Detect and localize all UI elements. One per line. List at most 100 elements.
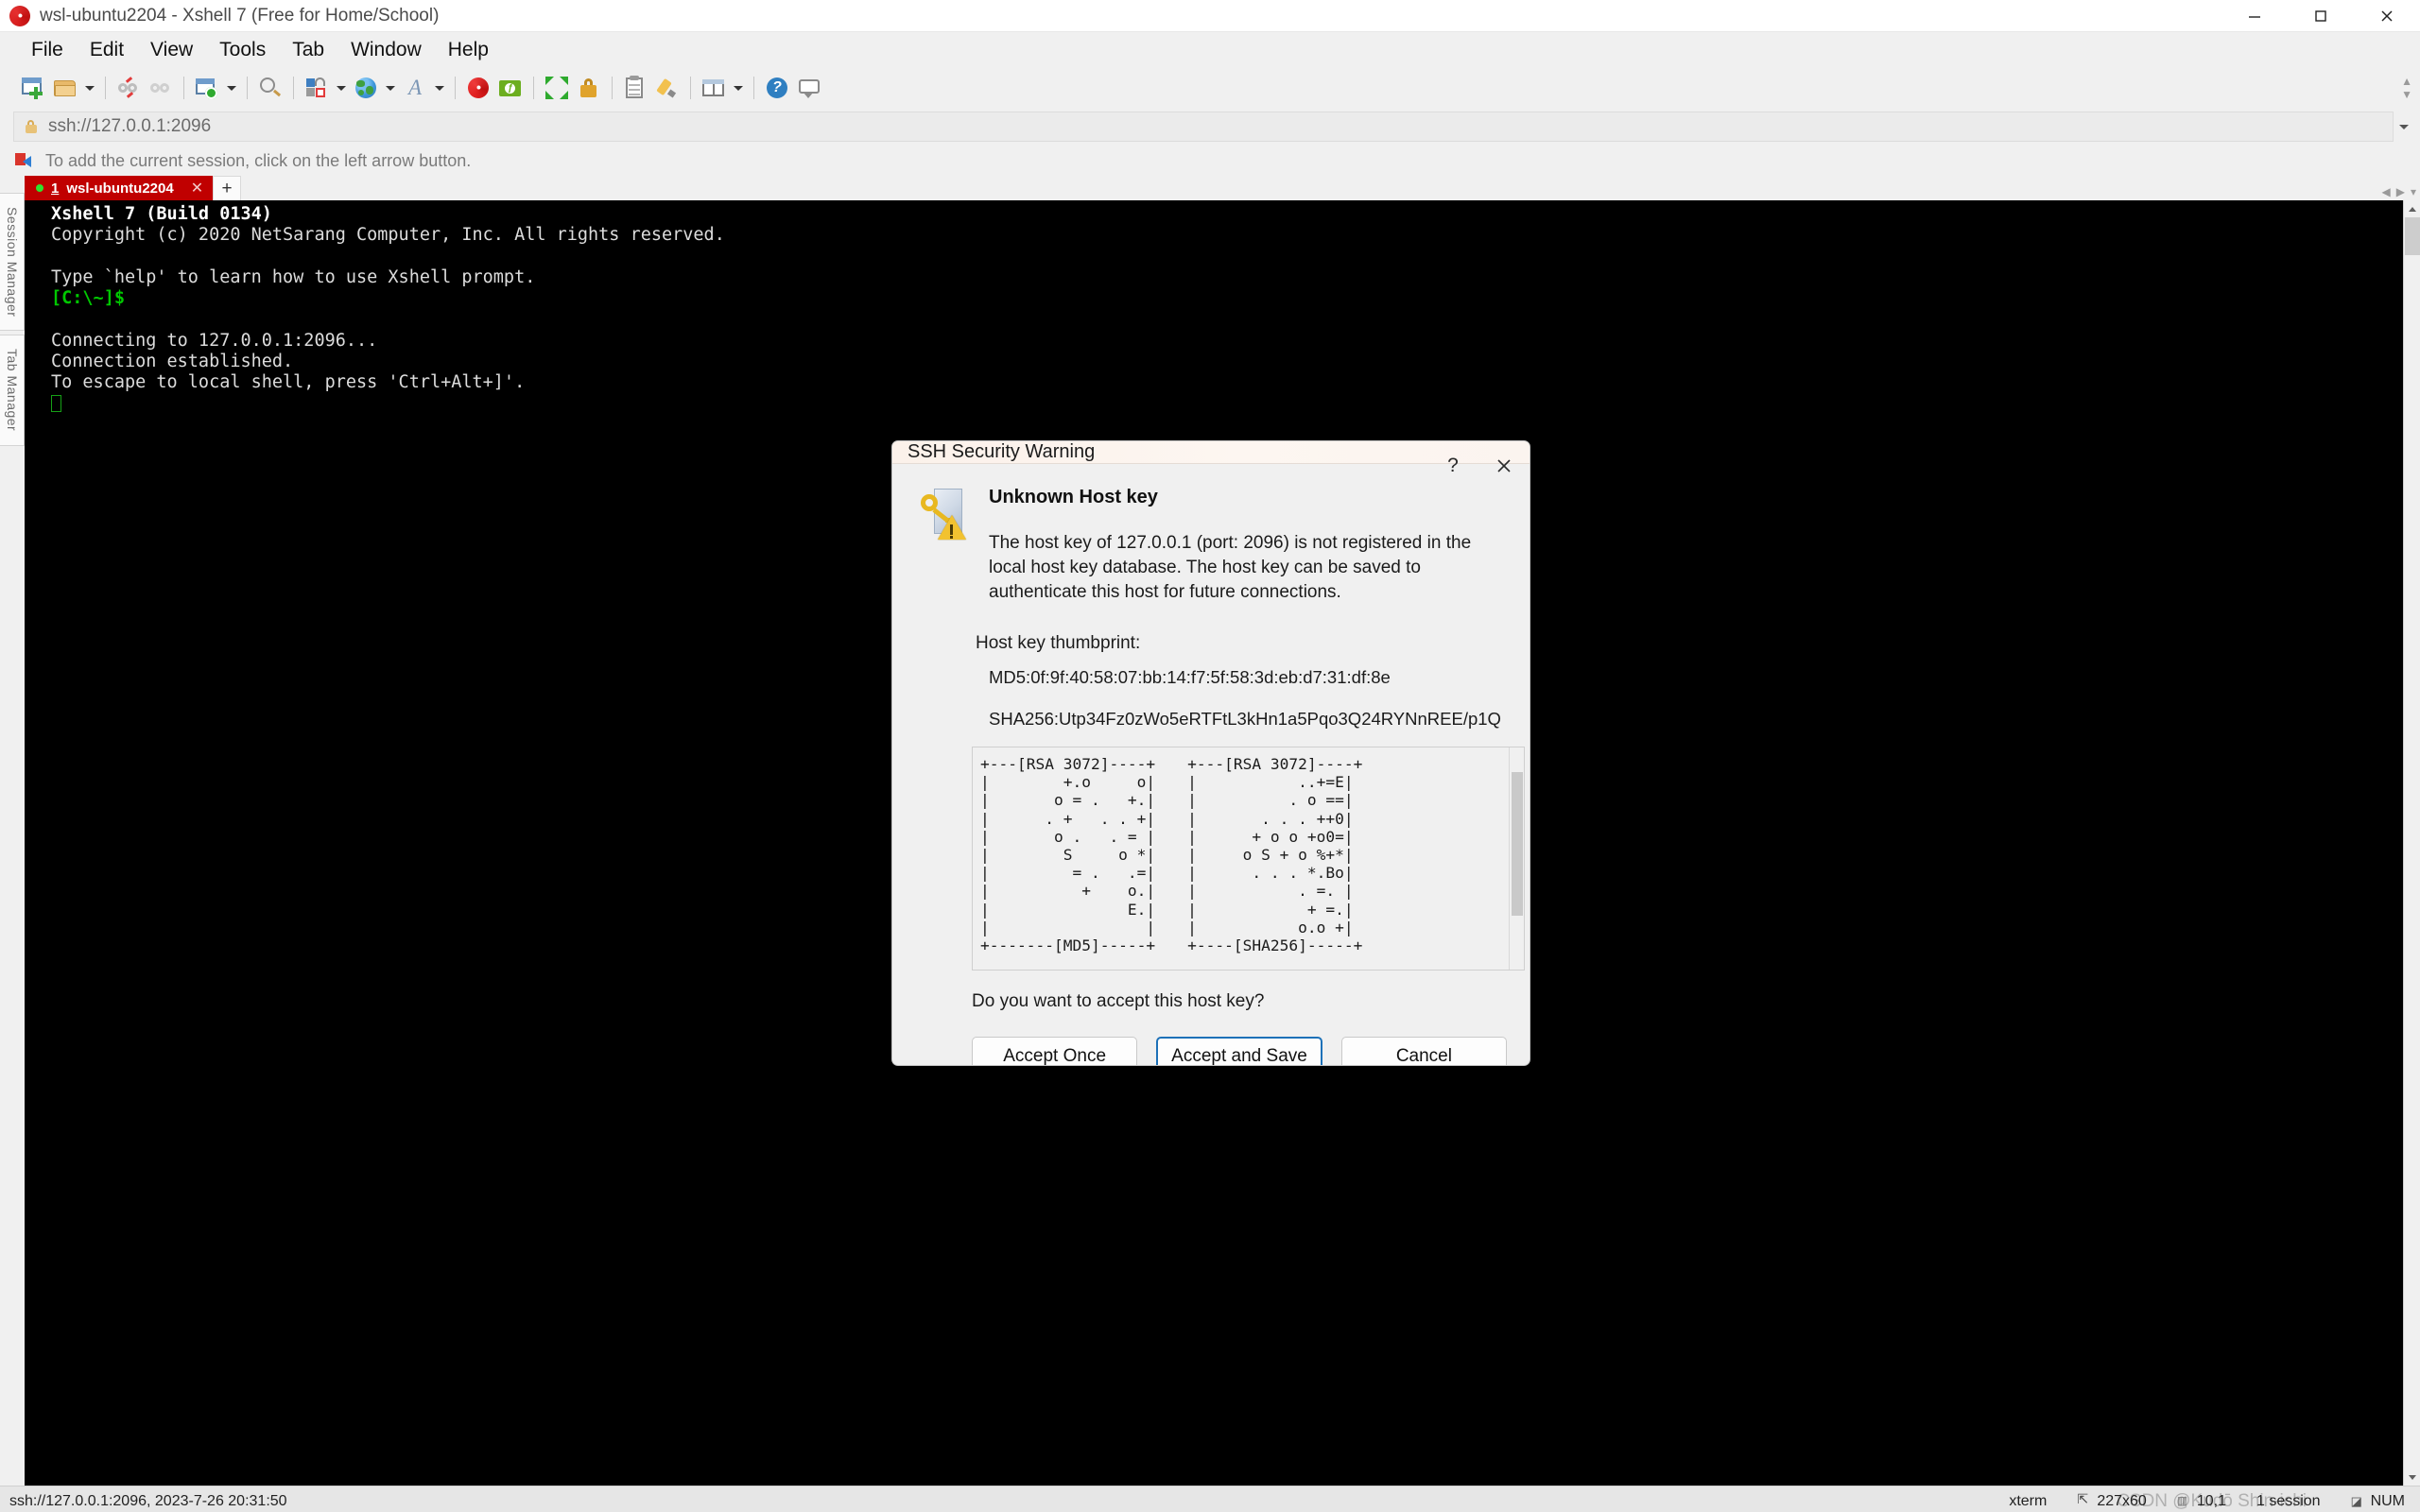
open-session-button[interactable]: [49, 72, 81, 104]
left-sidebar: Session Manager Tab Manager: [0, 176, 25, 1486]
session-icon: [2351, 1495, 2364, 1508]
xshell-spiral-icon: [8, 4, 32, 28]
left-arrow-flag-icon: [15, 152, 36, 169]
disconnect-button[interactable]: [112, 72, 145, 104]
ssh-security-warning-dialog: SSH Security Warning ? Unknown Host key …: [891, 440, 1530, 1066]
sidebar-item-session-manager[interactable]: Session Manager: [0, 193, 25, 331]
status-cursor-value: 10,1: [2197, 1493, 2226, 1510]
tab-scroll-right-icon[interactable]: ▶: [2396, 185, 2405, 198]
xftp-button[interactable]: ƒ: [494, 72, 527, 104]
thumbprint-md5: MD5:0f:9f:40:58:07:bb:14:f7:5f:58:3d:eb:…: [989, 667, 1507, 688]
tab-menu-chevron-down-icon[interactable]: ▾: [2411, 185, 2416, 198]
menu-help[interactable]: Help: [436, 34, 501, 66]
address-dropdown-chevron-down-icon[interactable]: [2394, 112, 2414, 142]
properties-button[interactable]: [191, 72, 223, 104]
menu-edit[interactable]: Edit: [78, 34, 136, 66]
comment-icon: [797, 76, 821, 100]
find-button[interactable]: [254, 72, 286, 104]
status-size-value: 227x60: [2097, 1493, 2147, 1510]
layout-dropdown[interactable]: [730, 72, 747, 104]
font-icon: A: [403, 76, 427, 100]
tab-scroll-left-icon[interactable]: ◀: [2382, 185, 2391, 198]
status-numlock-value: NUM: [2371, 1493, 2405, 1510]
menu-view[interactable]: View: [138, 34, 205, 66]
lock-icon: [24, 120, 39, 133]
reconnect-button[interactable]: [145, 72, 177, 104]
xshell-button[interactable]: [462, 72, 494, 104]
status-size: 227x60: [2062, 1486, 2162, 1512]
dialog-heading: Unknown Host key: [989, 487, 1507, 508]
menu-tools[interactable]: Tools: [207, 34, 278, 66]
thumbprint-label: Host key thumbprint:: [976, 633, 1507, 654]
highlight-button[interactable]: [651, 72, 683, 104]
dialog-header-row: Unknown Host key The host key of 127.0.0…: [915, 481, 1507, 605]
link-icon: [148, 76, 173, 100]
randomart-scrollbar[interactable]: [1509, 747, 1524, 970]
menu-window[interactable]: Window: [338, 34, 434, 66]
dialog-titlebar: SSH Security Warning ?: [892, 441, 1530, 464]
highlighter-icon: [655, 76, 680, 100]
scroll-up-icon[interactable]: [2404, 200, 2420, 217]
toolbar-separator: [105, 77, 106, 99]
menubar: File Edit View Tools Tab Window Help: [0, 32, 2420, 68]
terminal-prompt: [C:\~]$: [51, 288, 135, 308]
log-button[interactable]: [619, 72, 651, 104]
status-terminal-type-value: xterm: [2009, 1493, 2047, 1510]
minimize-button[interactable]: [2221, 0, 2288, 32]
layout-button[interactable]: [698, 72, 730, 104]
font-dropdown[interactable]: [431, 72, 448, 104]
chevron-down-icon: ▼: [2401, 88, 2412, 101]
terminal-cursor: [51, 395, 61, 412]
randomart-sha256: +---[RSA 3072]----+ | ..+=E| | . o ==| |…: [1155, 747, 1362, 970]
toolbar-separator: [533, 77, 534, 99]
window-controls: [2221, 0, 2420, 32]
scrollbar-thumb[interactable]: [2405, 217, 2420, 255]
new-session-button[interactable]: [17, 72, 49, 104]
file-transfer-button[interactable]: [301, 72, 333, 104]
disconnect-icon: [116, 76, 141, 100]
lock-icon: [577, 76, 601, 100]
new-tab-button[interactable]: +: [213, 176, 241, 200]
dialog-paragraph: The host key of 127.0.0.1 (port: 2096) i…: [989, 531, 1507, 605]
scrollbar-thumb[interactable]: [1512, 772, 1523, 916]
thumbprint-sha256: SHA256:Utp34Fz0zWo5eRTFtL3kHn1a5Pqo3Q24R…: [989, 709, 1507, 730]
resize-icon: [2077, 1495, 2090, 1508]
comment-button[interactable]: [793, 72, 825, 104]
help-button[interactable]: ?: [761, 72, 793, 104]
sidebar-item-tab-manager[interactable]: Tab Manager: [0, 335, 25, 445]
address-input[interactable]: ssh://127.0.0.1:2096: [13, 112, 2394, 142]
cursor-position-icon: [2177, 1495, 2190, 1508]
encoding-dropdown[interactable]: [382, 72, 399, 104]
terminal-scrollbar[interactable]: [2403, 200, 2420, 1486]
fullscreen-icon: [544, 76, 569, 100]
encoding-button[interactable]: [350, 72, 382, 104]
lock-button[interactable]: [573, 72, 605, 104]
dialog-body: Unknown Host key The host key of 127.0.0…: [892, 464, 1530, 1066]
toolbar: A ƒ: [0, 68, 2420, 108]
toolbar-overflow[interactable]: ▲ ▼: [2401, 75, 2412, 101]
open-session-dropdown[interactable]: [81, 72, 98, 104]
properties-dropdown[interactable]: [223, 72, 240, 104]
dialog-title: SSH Security Warning: [908, 441, 1095, 463]
tab-wsl-ubuntu2204[interactable]: 1 wsl-ubuntu2204 ✕: [25, 176, 213, 200]
tab-close-icon[interactable]: ✕: [191, 179, 203, 198]
fullscreen-button[interactable]: [541, 72, 573, 104]
accept-once-button[interactable]: Accept Once: [972, 1037, 1137, 1066]
menu-tab[interactable]: Tab: [280, 34, 337, 66]
terminal-line: Copyright (c) 2020 NetSarang Computer, I…: [51, 225, 725, 245]
layout-icon: [701, 76, 726, 100]
open-folder-icon: [53, 76, 78, 100]
file-transfer-dropdown[interactable]: [333, 72, 350, 104]
menu-file[interactable]: File: [19, 34, 76, 66]
randomart-md5: +---[RSA 3072]----+ | +.o o| | o = . +.|…: [973, 747, 1155, 970]
close-button[interactable]: [2354, 0, 2420, 32]
status-right-group: xterm 227x60 10,1 1 session NUM: [1994, 1486, 2420, 1512]
terminal-line: Connection established.: [51, 352, 293, 371]
scroll-down-icon[interactable]: [2404, 1469, 2420, 1486]
maximize-button[interactable]: [2288, 0, 2354, 32]
font-button[interactable]: A: [399, 72, 431, 104]
accept-and-save-button[interactable]: Accept and Save: [1156, 1037, 1322, 1066]
cancel-button[interactable]: Cancel: [1341, 1037, 1507, 1066]
randomart-panel[interactable]: +---[RSA 3072]----+ | +.o o| | o = . +.|…: [972, 747, 1525, 971]
terminal-line: Xshell 7 (Build 0134): [51, 204, 272, 224]
